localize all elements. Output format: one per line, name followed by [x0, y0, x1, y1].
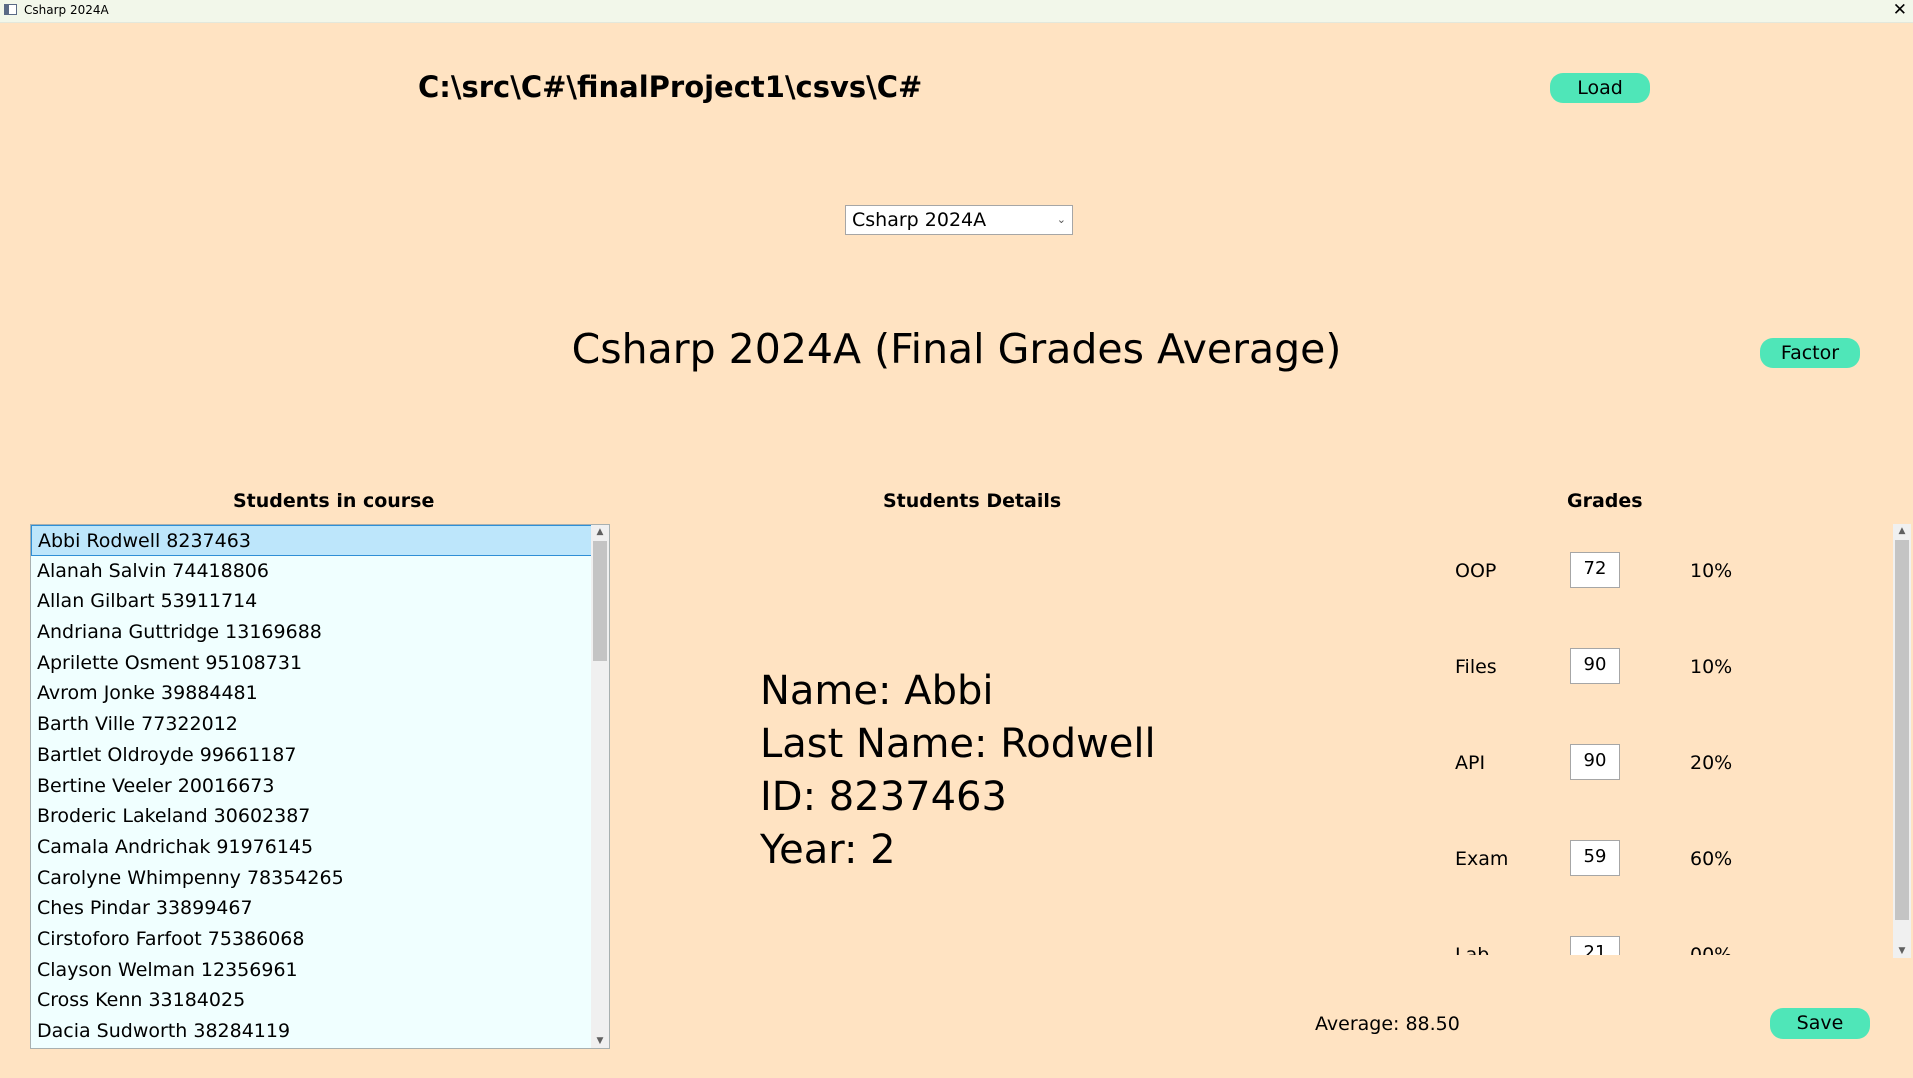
window-icon	[4, 4, 17, 15]
student-list-item[interactable]: Barth Ville 77322012	[31, 709, 592, 740]
scroll-up-icon[interactable]: ▲	[591, 525, 609, 539]
student-list-item[interactable]: Avrom Jonke 39884481	[31, 678, 592, 709]
grade-name: Exam	[1455, 848, 1509, 870]
close-icon[interactable]: ✕	[1893, 0, 1907, 20]
scrollbar-thumb[interactable]	[1895, 540, 1909, 920]
grade-weight: 00%	[1690, 944, 1733, 955]
title-bar: Csharp 2024A ✕	[0, 0, 1913, 23]
load-button[interactable]: Load	[1550, 73, 1650, 103]
course-select-value: Csharp 2024A	[852, 209, 987, 231]
scroll-down-icon[interactable]: ▼	[1893, 944, 1911, 958]
student-list-item[interactable]: Dacia Sudworth 38284119	[31, 1016, 592, 1047]
student-list-item[interactable]: Cirstoforo Farfoot 75386068	[31, 924, 592, 955]
scroll-up-icon[interactable]: ▲	[1893, 524, 1911, 538]
grade-row: API 90 20%	[1440, 744, 1800, 784]
course-heading: Csharp 2024A (Final Grades Average)	[571, 325, 1342, 373]
student-list-item[interactable]: Clayson Welman 12356961	[31, 955, 592, 986]
detail-id: ID: 8237463	[760, 774, 1007, 820]
grade-row: Files 90 10%	[1440, 648, 1800, 688]
student-list-item[interactable]: Alanah Salvin 74418806	[31, 556, 592, 587]
details-section-label: Students Details	[883, 490, 1062, 512]
grade-weight: 10%	[1690, 656, 1733, 678]
course-select[interactable]: Csharp 2024A ⌄	[845, 205, 1073, 235]
grade-value-input[interactable]: 21	[1570, 936, 1620, 955]
detail-year: Year: 2	[760, 827, 896, 873]
average-label: Average: 88.50	[1315, 1013, 1460, 1035]
grade-name: OOP	[1455, 560, 1497, 582]
grades-panel: OOP 72 10% Files 90 10% API 90 20% Exam 59 60% Lab 21…	[1440, 530, 1800, 955]
folder-path-label: C:\src\C#\finalProject1\csvs\C#	[418, 70, 923, 104]
grades-section-label: Grades	[1567, 490, 1643, 512]
student-list-item[interactable]: Camala Andrichak 91976145	[31, 832, 592, 863]
students-section-label: Students in course	[233, 490, 435, 512]
grade-value-input[interactable]: 59	[1570, 840, 1620, 876]
grade-value-input[interactable]: 72	[1570, 552, 1620, 588]
student-list-item[interactable]: Andriana Guttridge 13169688	[31, 617, 592, 648]
grade-name: Lab	[1455, 944, 1490, 955]
student-list-item[interactable]: Bertine Veeler 20016673	[31, 771, 592, 802]
student-details: Name: Abbi Last Name: Rodwell ID: 823746…	[760, 665, 1156, 877]
scroll-down-icon[interactable]: ▼	[591, 1034, 609, 1048]
grade-value-input[interactable]: 90	[1570, 744, 1620, 780]
factor-button[interactable]: Factor	[1760, 338, 1860, 368]
detail-name: Name: Abbi	[760, 668, 994, 714]
grade-row: OOP 72 10%	[1440, 552, 1800, 592]
student-list-items: Abbi Rodwell 8237463 Alanah Salvin 744188…	[31, 525, 592, 1047]
student-list-item[interactable]: Broderic Lakeland 30602387	[31, 801, 592, 832]
student-list-item[interactable]: Allan Gilbart 53911714	[31, 586, 592, 617]
grade-row: Lab 21 00%	[1440, 936, 1800, 955]
student-list-item[interactable]: Bartlet Oldroyde 99661187	[31, 740, 592, 771]
chevron-down-icon: ⌄	[1056, 213, 1066, 226]
student-list-item[interactable]: Abbi Rodwell 8237463	[31, 525, 592, 556]
student-list[interactable]: Abbi Rodwell 8237463 Alanah Salvin 744188…	[30, 524, 610, 1049]
student-list-item[interactable]: Aprilette Osment 95108731	[31, 648, 592, 679]
student-list-item[interactable]: Ches Pindar 33899467	[31, 893, 592, 924]
grade-weight: 20%	[1690, 752, 1733, 774]
student-list-scrollbar[interactable]: ▲ ▼	[591, 525, 609, 1048]
scrollbar-thumb[interactable]	[593, 541, 607, 661]
grade-weight: 60%	[1690, 848, 1733, 870]
grade-weight: 10%	[1690, 560, 1733, 582]
window-title: Csharp 2024A	[24, 3, 109, 17]
grades-scrollbar[interactable]: ▲ ▼	[1893, 524, 1911, 958]
student-list-item[interactable]: Carolyne Whimpenny 78354265	[31, 863, 592, 894]
grade-name: Files	[1455, 656, 1497, 678]
grade-name: API	[1455, 752, 1486, 774]
grade-row: Exam 59 60%	[1440, 840, 1800, 880]
save-button[interactable]: Save	[1770, 1008, 1870, 1039]
detail-last-name: Last Name: Rodwell	[760, 721, 1156, 767]
student-list-item[interactable]: Cross Kenn 33184025	[31, 985, 592, 1016]
grade-value-input[interactable]: 90	[1570, 648, 1620, 684]
